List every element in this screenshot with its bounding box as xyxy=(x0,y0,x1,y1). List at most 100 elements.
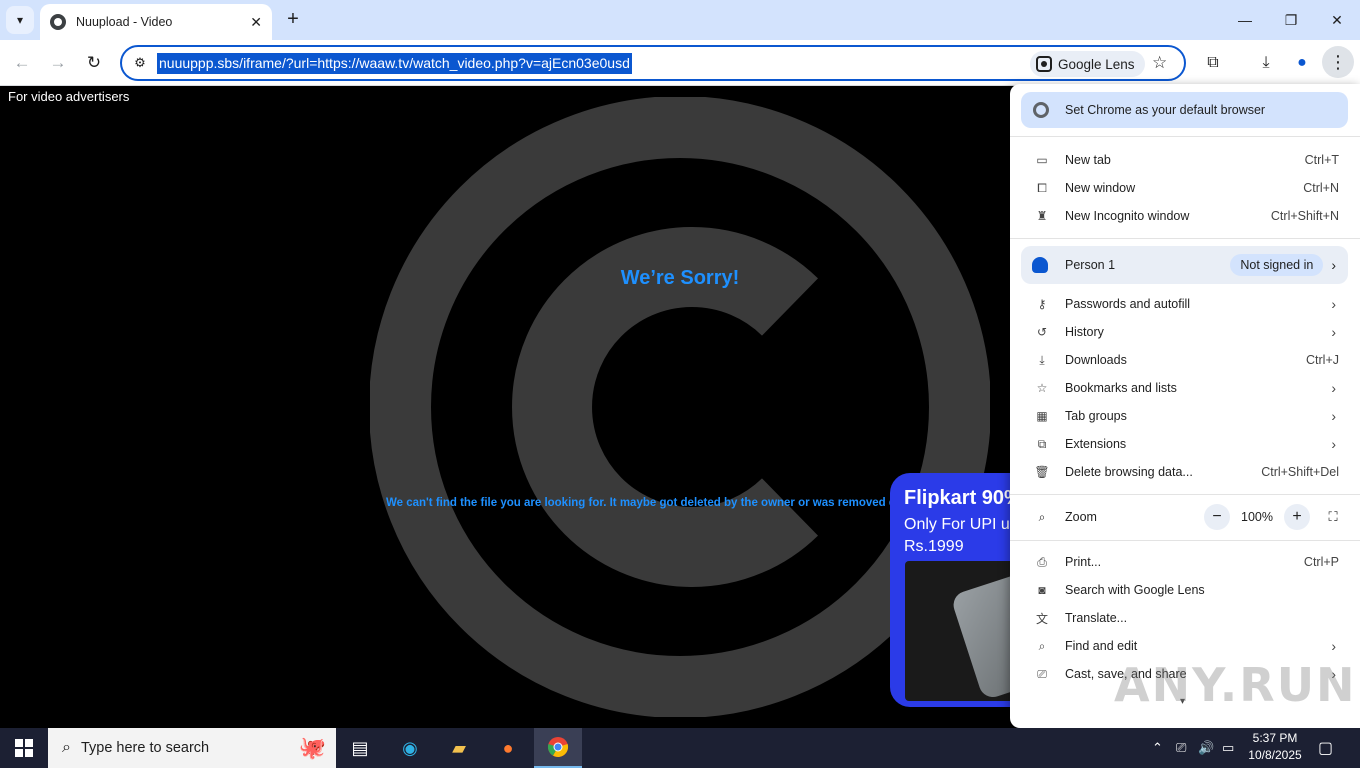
puzzle-icon: ⧉ xyxy=(1037,436,1047,451)
chrome-icon xyxy=(1033,102,1049,118)
chrome-menu: Set Chrome as your default browser ▭ New… xyxy=(1010,84,1360,728)
translate-icon: 文 xyxy=(1035,611,1048,626)
anyrun-watermark: ANY.RUN xyxy=(1114,658,1357,712)
menu-shortcut: Ctrl+N xyxy=(1303,181,1339,195)
fullscreen-icon[interactable]: ⛶ xyxy=(1320,504,1346,530)
menu-label: New window xyxy=(1065,181,1136,195)
minimize-button[interactable]: — xyxy=(1222,0,1268,40)
menu-tab-groups[interactable]: ▦ Tab groups › xyxy=(1010,402,1360,430)
notification-icon[interactable]: ▢ xyxy=(1318,728,1333,768)
menu-person[interactable]: Person 1 Not signed in › xyxy=(1021,246,1348,284)
menu-label: Translate... xyxy=(1065,611,1128,625)
menu-label: Print... xyxy=(1065,555,1102,569)
address-bar[interactable]: ⚙ nuuuppp.sbs/iframe/?url=https://waaw.t… xyxy=(120,45,1186,81)
volume-icon[interactable]: 🔊 xyxy=(1198,728,1214,768)
key-icon: ⚷ xyxy=(1037,297,1047,311)
menu-history[interactable]: ↺ History › xyxy=(1010,318,1360,346)
trash-icon: 🗑 xyxy=(1034,465,1050,479)
cast-icon: ⎚ xyxy=(1037,666,1047,681)
default-browser-banner[interactable]: Set Chrome as your default browser xyxy=(1021,92,1348,128)
clock[interactable]: 5:37 PM 10/8/2025 xyxy=(1240,730,1310,764)
file-explorer-icon[interactable]: ▰ xyxy=(435,728,483,768)
menu-downloads[interactable]: ⤓ Downloads Ctrl+J xyxy=(1010,346,1360,374)
maximize-button[interactable]: ❐ xyxy=(1268,0,1314,40)
search-icon: ⌕ xyxy=(62,739,71,756)
advertisers-link[interactable]: For video advertisers xyxy=(8,89,129,104)
menu-extensions[interactable]: ⧉ Extensions › xyxy=(1010,430,1360,458)
display-icon[interactable]: ▭ xyxy=(1222,728,1234,768)
printer-icon: ⎙ xyxy=(1037,554,1047,569)
tab-title: Nuupload - Video xyxy=(76,15,173,29)
zoom-in-button[interactable]: + xyxy=(1284,504,1310,530)
menu-delete-data[interactable]: 🗑 Delete browsing data... Ctrl+Shift+Del xyxy=(1010,458,1360,486)
tab-strip: ▾ Nuupload - Video ✕ + — ❐ ✕ xyxy=(0,0,1360,40)
chevron-right-icon: › xyxy=(1331,296,1336,312)
chevron-right-icon: › xyxy=(1331,380,1336,396)
new-tab-icon: ▭ xyxy=(1036,153,1048,167)
edge-icon[interactable]: ◉ xyxy=(386,728,434,768)
menu-label: Delete browsing data... xyxy=(1065,465,1193,479)
menu-shortcut: Ctrl+Shift+Del xyxy=(1261,465,1339,479)
menu-new-window[interactable]: ⧠ New window Ctrl+N xyxy=(1010,174,1360,202)
close-tab-icon[interactable]: ✕ xyxy=(250,14,262,31)
task-view-icon[interactable]: ▤ xyxy=(336,728,384,768)
zoom-value: 100% xyxy=(1241,510,1273,524)
taskbar-search[interactable]: ⌕ Type here to search 🐙 xyxy=(48,728,336,768)
site-info-icon[interactable]: ⚙ xyxy=(130,53,150,73)
menu-label: Find and edit xyxy=(1065,639,1138,653)
zoom-out-button[interactable]: − xyxy=(1204,504,1230,530)
chrome-menu-button[interactable]: ⋮ xyxy=(1322,46,1354,78)
chevron-down-icon: ▾ xyxy=(16,13,24,27)
new-tab-button[interactable]: + xyxy=(282,8,304,30)
browser-toolbar: ← → ↻ ⚙ nuuuppp.sbs/iframe/?url=https://… xyxy=(0,40,1360,86)
menu-shortcut: Ctrl+J xyxy=(1306,353,1339,367)
back-button[interactable]: ← xyxy=(9,50,35,76)
bookmark-star-icon[interactable]: ☆ xyxy=(1152,53,1167,73)
firefox-icon[interactable]: ● xyxy=(484,728,532,768)
menu-new-tab[interactable]: ▭ New tab Ctrl+T xyxy=(1010,146,1360,174)
lens-icon: ◙ xyxy=(1038,583,1046,597)
menu-search-lens[interactable]: ◙ Search with Google Lens xyxy=(1010,576,1360,604)
menu-label: Bookmarks and lists xyxy=(1065,381,1177,395)
octopus-icon: 🐙 xyxy=(298,735,326,760)
menu-passwords[interactable]: ⚷ Passwords and autofill › xyxy=(1010,290,1360,318)
tab-search-button[interactable]: ▾ xyxy=(6,6,34,34)
menu-label: Extensions xyxy=(1065,437,1127,451)
menu-shortcut: Ctrl+Shift+N xyxy=(1270,209,1339,223)
extensions-icon[interactable]: ⧉ xyxy=(1200,50,1226,76)
favicon-icon xyxy=(50,14,66,30)
download-icon[interactable]: ⤓ xyxy=(1253,50,1279,76)
menu-find-edit[interactable]: ⌕ Find and edit › xyxy=(1010,632,1360,660)
clock-date: 10/8/2025 xyxy=(1248,748,1302,762)
show-hidden-icons[interactable]: ⌃ xyxy=(1152,728,1163,768)
error-message: We can't find the file you are looking f… xyxy=(386,497,936,509)
divider xyxy=(1010,136,1360,137)
chevron-right-icon: › xyxy=(1331,257,1336,273)
close-window-button[interactable]: ✕ xyxy=(1314,0,1360,40)
divider xyxy=(1010,238,1360,239)
tab-active[interactable]: Nuupload - Video ✕ xyxy=(40,4,272,40)
incognito-icon: ♜ xyxy=(1036,209,1048,223)
network-icon[interactable]: ⎚ xyxy=(1176,728,1186,768)
lens-icon xyxy=(1036,56,1052,72)
menu-zoom: ⌕ Zoom − 100% + ⛶ xyxy=(1010,502,1360,532)
forward-button[interactable]: → xyxy=(45,50,71,76)
download-icon: ⤓ xyxy=(1039,352,1045,367)
person-icon xyxy=(1032,257,1048,273)
menu-incognito[interactable]: ♜ New Incognito window Ctrl+Shift+N xyxy=(1010,202,1360,230)
start-button[interactable] xyxy=(0,728,48,768)
menu-bookmarks[interactable]: ☆ Bookmarks and lists › xyxy=(1010,374,1360,402)
profile-icon[interactable]: ● xyxy=(1289,50,1315,76)
zoom-icon: ⌕ xyxy=(1038,509,1046,524)
menu-label: New Incognito window xyxy=(1065,209,1190,223)
url-text[interactable]: nuuuppp.sbs/iframe/?url=https://waaw.tv/… xyxy=(157,53,632,74)
menu-label: Downloads xyxy=(1065,353,1127,367)
google-lens-button[interactable]: Google Lens xyxy=(1030,51,1145,77)
grid-icon: ▦ xyxy=(1036,409,1048,423)
menu-translate[interactable]: 文 Translate... xyxy=(1010,604,1360,632)
reload-button[interactable]: ↻ xyxy=(81,50,107,76)
menu-print[interactable]: ⎙ Print... Ctrl+P xyxy=(1010,548,1360,576)
menu-shortcut: Ctrl+P xyxy=(1303,555,1339,569)
menu-shortcut: Ctrl+T xyxy=(1304,153,1339,167)
chrome-taskbar-icon[interactable] xyxy=(534,728,582,768)
